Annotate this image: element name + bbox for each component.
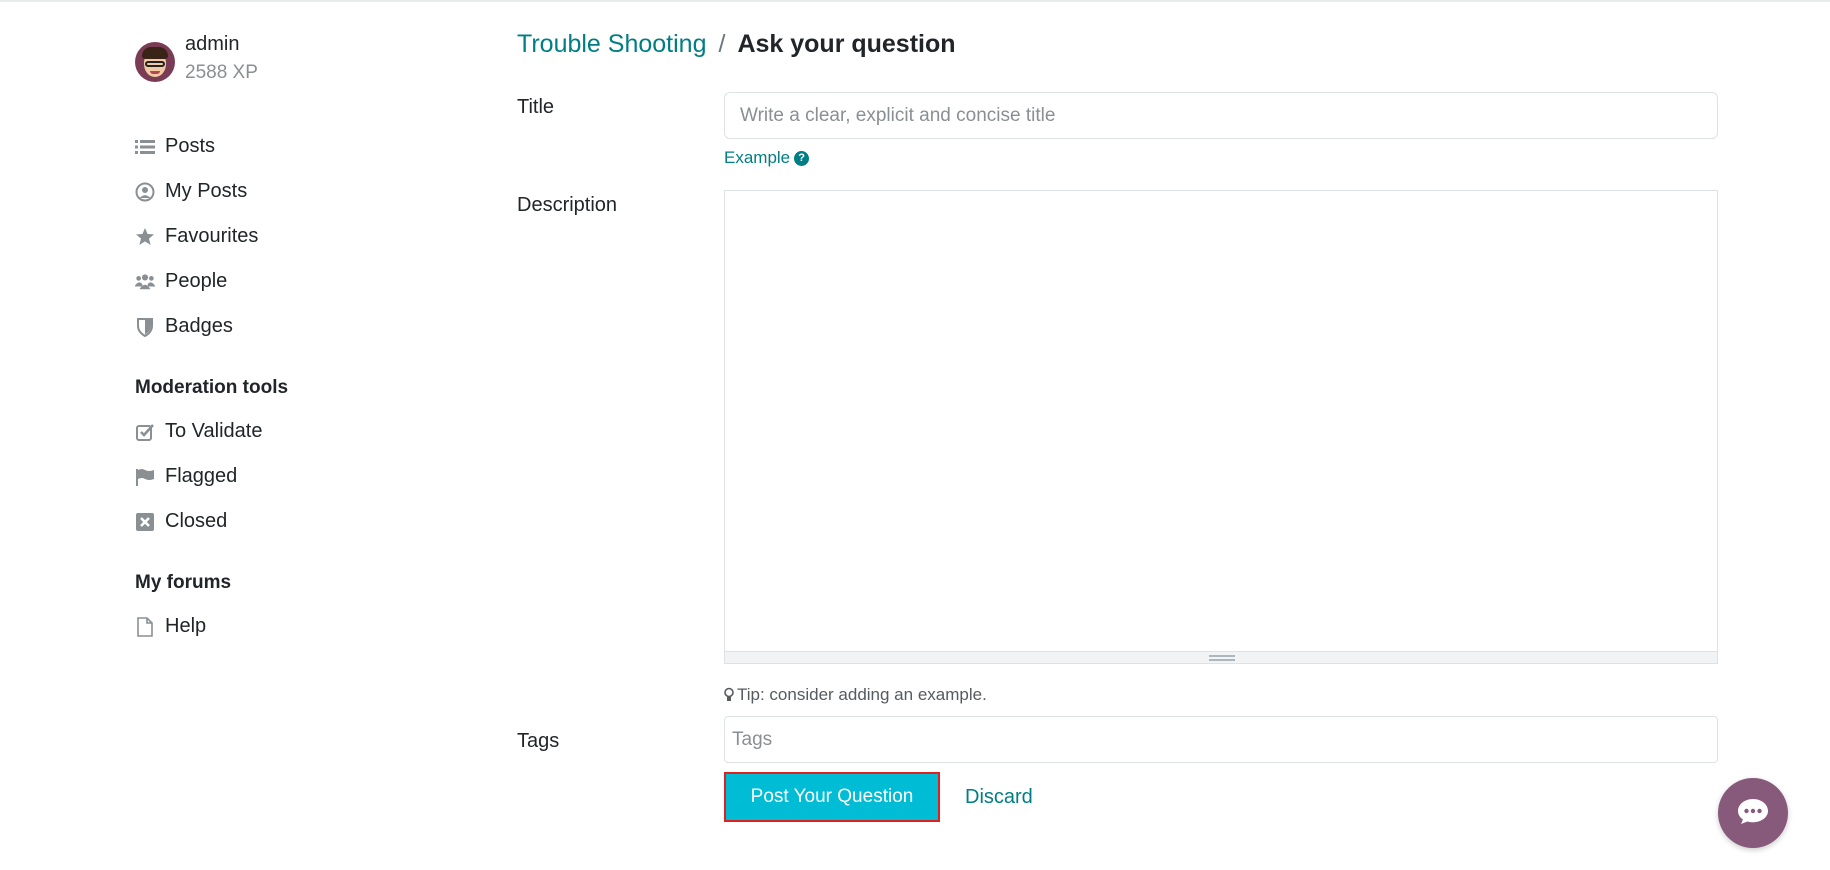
- chat-bubble-icon: [1737, 797, 1769, 830]
- title-label: Title: [517, 96, 555, 118]
- sidebar-item-label: People: [165, 270, 228, 292]
- tags-input[interactable]: Tags: [724, 716, 1718, 763]
- sidebar-item-badges[interactable]: Badges: [135, 304, 435, 349]
- sidebar-item-flagged[interactable]: Flagged: [135, 454, 435, 499]
- user-circle-icon: [135, 182, 155, 202]
- sidebar-item-label: Closed: [165, 510, 228, 532]
- tags-label: Tags: [517, 730, 560, 752]
- my-forums-heading: My forums: [135, 572, 232, 593]
- sidebar-item-label: To Validate: [165, 420, 263, 442]
- sidebar-item-to-validate[interactable]: To Validate: [135, 409, 435, 454]
- file-icon: [135, 616, 155, 637]
- users-icon: [135, 272, 155, 292]
- sidebar-nav: Posts My Posts Favourites People Badges: [135, 124, 435, 349]
- user-card: admin 2588 XP: [135, 30, 435, 90]
- example-link-label: Example: [724, 148, 791, 167]
- question-circle-icon: ?: [794, 150, 810, 166]
- tip-text: Tip: consider adding an example.: [724, 685, 1718, 705]
- main-content: Trouble Shooting / Ask your question Tit…: [517, 24, 1718, 822]
- tags-field-group: Tags: [724, 716, 1718, 763]
- user-name[interactable]: admin: [185, 30, 258, 58]
- moderation-tools-heading: Moderation tools: [135, 377, 289, 398]
- form-actions: Post Your Question Discard: [724, 772, 1033, 822]
- breadcrumb-separator: /: [718, 30, 726, 58]
- sidebar-item-label: Help: [165, 615, 207, 637]
- title-input[interactable]: [724, 92, 1718, 139]
- sidebar-item-favourites[interactable]: Favourites: [135, 214, 435, 259]
- user-xp: 2588 XP: [185, 62, 258, 83]
- sidebar-item-posts[interactable]: Posts: [135, 124, 435, 169]
- description-field-group: Tip: consider adding an example.: [724, 190, 1718, 705]
- title-field-group: Example ?: [724, 92, 1718, 168]
- close-square-icon: [135, 512, 155, 532]
- sidebar-item-label: Favourites: [165, 225, 259, 247]
- sidebar-item-label: Flagged: [165, 465, 238, 487]
- editor-resize-handle[interactable]: [724, 652, 1718, 664]
- top-divider: [0, 0, 1830, 2]
- sidebar-item-people[interactable]: People: [135, 259, 435, 304]
- description-label: Description: [517, 194, 618, 216]
- tags-placeholder: Tags: [732, 728, 773, 750]
- breadcrumb-forum-link[interactable]: Trouble Shooting: [517, 24, 706, 64]
- description-editor[interactable]: [724, 190, 1718, 652]
- flag-icon: [135, 467, 155, 487]
- tip-label: Tip: consider adding an example.: [737, 685, 987, 704]
- post-question-button[interactable]: Post Your Question: [724, 772, 940, 822]
- example-link[interactable]: Example ?: [724, 148, 810, 168]
- sidebar-item-label: My Posts: [165, 180, 248, 202]
- page-title: Ask your question: [737, 30, 956, 58]
- sidebar-item-my-posts[interactable]: My Posts: [135, 169, 435, 214]
- chat-button[interactable]: [1718, 778, 1788, 848]
- breadcrumb: Trouble Shooting / Ask your question: [517, 24, 1717, 64]
- sidebar-item-label: Posts: [165, 135, 216, 157]
- sidebar: admin 2588 XP Posts My Posts Favourites: [135, 30, 435, 649]
- avatar[interactable]: [135, 42, 175, 82]
- check-square-icon: [135, 422, 155, 442]
- lightbulb-icon: [724, 687, 734, 703]
- sidebar-item-closed[interactable]: Closed: [135, 499, 435, 544]
- sidebar-item-label: Badges: [165, 315, 233, 337]
- sidebar-item-help[interactable]: Help: [135, 604, 435, 649]
- shield-icon: [135, 317, 155, 337]
- discard-button[interactable]: Discard: [965, 786, 1033, 809]
- star-icon: [135, 227, 155, 247]
- forums-nav: Help: [135, 604, 435, 649]
- list-icon: [135, 137, 155, 157]
- moderation-nav: To Validate Flagged Closed: [135, 409, 435, 544]
